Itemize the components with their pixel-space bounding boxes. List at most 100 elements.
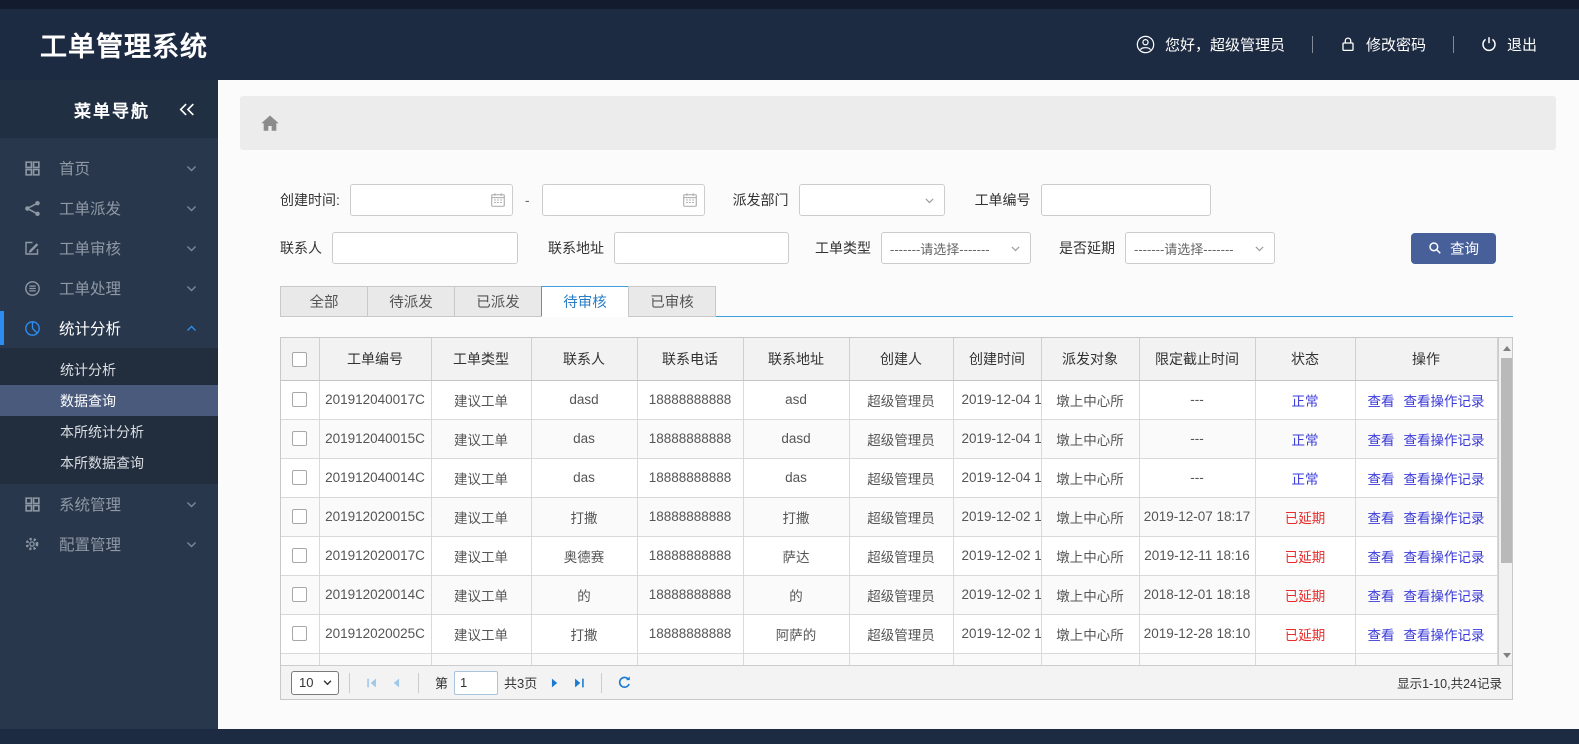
- scrollbar-thumb[interactable]: [1500, 358, 1512, 563]
- last-page-button[interactable]: [567, 671, 591, 695]
- view-log-link[interactable]: 查看操作记录: [1404, 628, 1485, 643]
- table-row-partial: [281, 653, 1498, 665]
- tab-待派发[interactable]: 待派发: [367, 286, 455, 317]
- tab-待审核[interactable]: 待审核: [541, 286, 629, 317]
- view-log-link[interactable]: 查看操作记录: [1404, 472, 1485, 487]
- delay-select[interactable]: -------请选择-------: [1125, 232, 1275, 264]
- next-page-button[interactable]: [543, 671, 567, 695]
- search-button[interactable]: 查询: [1411, 232, 1496, 264]
- row-checkbox[interactable]: [292, 626, 308, 642]
- cell-creator: 超级管理员: [849, 614, 954, 654]
- cell-creator: 超级管理员: [849, 497, 954, 537]
- select-all-checkbox[interactable]: [292, 352, 308, 368]
- create-time-end-input[interactable]: [541, 184, 705, 216]
- page-number-input[interactable]: [454, 670, 499, 695]
- scroll-up-button[interactable]: [1499, 340, 1513, 356]
- row-checkbox[interactable]: [292, 431, 308, 447]
- sidebar-item-home[interactable]: 首页: [0, 148, 218, 188]
- row-checkbox[interactable]: [292, 587, 308, 603]
- cell-contact: 奥德赛: [531, 536, 638, 576]
- last-page-icon: [575, 678, 584, 687]
- view-link[interactable]: 查看: [1368, 394, 1395, 409]
- triangle-down-icon: [1502, 652, 1511, 658]
- cell-status: 已延期: [1255, 497, 1356, 537]
- sidebar-subitem-stats-analysis-sub[interactable]: 统计分析: [0, 354, 218, 385]
- address-label: 联系地址: [548, 240, 604, 256]
- cell-order-type: 建议工单: [431, 575, 532, 615]
- view-link[interactable]: 查看: [1368, 472, 1395, 487]
- view-log-link[interactable]: 查看操作记录: [1404, 433, 1485, 448]
- vertical-scrollbar[interactable]: [1497, 338, 1513, 665]
- row-checkbox[interactable]: [292, 548, 308, 564]
- chevron-down-icon: [185, 202, 198, 215]
- order-no-input[interactable]: [1040, 184, 1211, 216]
- sidebar-item-label: 首页: [59, 161, 91, 178]
- first-page-button[interactable]: [360, 671, 384, 695]
- sidebar-item-config-manage[interactable]: 配置管理: [0, 524, 218, 564]
- cell-deadline: 2019-12-07 18:17: [1139, 497, 1256, 537]
- page-size-select[interactable]: 10: [291, 670, 339, 695]
- cell-creator: 超级管理员: [849, 419, 954, 459]
- sidebar-item-order-process[interactable]: 工单处理: [0, 268, 218, 308]
- sidebar-subitem-branch-data-query[interactable]: 本所数据查询: [0, 447, 218, 478]
- sidebar-item-stats-analysis[interactable]: 统计分析: [0, 308, 218, 348]
- first-page-icon: [367, 678, 376, 687]
- active-indicator: [0, 311, 4, 345]
- view-link[interactable]: 查看: [1368, 433, 1395, 448]
- sidebar-item-order-audit[interactable]: 工单审核: [0, 228, 218, 268]
- data-grid: 工单编号 工单类型 联系人 联系电话 联系地址 创建人 创建时间 派发对象 限定截止时间 状态 操作…: [280, 337, 1513, 700]
- contact-input[interactable]: [332, 232, 518, 264]
- view-log-link[interactable]: 查看操作记录: [1404, 589, 1485, 604]
- status-tabs: 全部 待派发 已派发 待审核 已审核: [280, 286, 1513, 317]
- calendar-icon[interactable]: [682, 192, 698, 208]
- refresh-button[interactable]: [612, 671, 636, 695]
- sidebar-subitem-branch-stats-analysis[interactable]: 本所统计分析: [0, 416, 218, 447]
- tab-已派发[interactable]: 已派发: [454, 286, 542, 317]
- pagination-bar: 10 第 共3页: [281, 665, 1512, 699]
- cell-phone: 18888888888: [637, 458, 744, 498]
- table-row: 201912040015C 建议工单 das 18888888888 dasd 超级管理员…: [281, 419, 1498, 459]
- status-text: 正常: [1291, 393, 1319, 409]
- row-checkbox[interactable]: [292, 392, 308, 408]
- sidebar-title: 菜单导航: [74, 101, 150, 121]
- order-type-select[interactable]: -------请选择-------: [881, 232, 1031, 264]
- active-indicator: [0, 231, 4, 265]
- dispatch-dept-select[interactable]: [798, 184, 945, 216]
- view-link[interactable]: 查看: [1368, 628, 1395, 643]
- cell-order-type: 建议工单: [431, 419, 532, 459]
- home-icon[interactable]: [260, 114, 280, 132]
- tab-全部[interactable]: 全部: [280, 286, 368, 317]
- calendar-icon[interactable]: [490, 192, 506, 208]
- sidebar-collapse-button[interactable]: [178, 102, 196, 117]
- cell-order-type: 建议工单: [431, 458, 532, 498]
- view-link[interactable]: 查看: [1368, 589, 1395, 604]
- cell-creator: 超级管理员: [849, 575, 954, 615]
- page-prefix-label: 第: [435, 676, 449, 691]
- row-checkbox[interactable]: [292, 509, 308, 525]
- tab-已审核[interactable]: 已审核: [628, 286, 716, 317]
- stack-icon: [24, 279, 46, 297]
- column-header: 创建时间: [953, 338, 1042, 381]
- address-input[interactable]: [614, 232, 789, 264]
- sidebar-item-system-manage[interactable]: 系统管理: [0, 484, 218, 524]
- cell-order-type: 建议工单: [431, 536, 532, 576]
- cell-contact: 打撒: [531, 614, 638, 654]
- create-time-start-input[interactable]: [349, 184, 513, 216]
- view-link[interactable]: 查看: [1368, 511, 1395, 526]
- prev-page-button[interactable]: [384, 671, 408, 695]
- create-time-start: [349, 184, 513, 216]
- row-checkbox-cell: [281, 497, 320, 537]
- view-link[interactable]: 查看: [1368, 550, 1395, 565]
- sidebar-subitem-data-query[interactable]: 数据查询: [0, 385, 218, 416]
- refresh-icon: [618, 676, 630, 688]
- logout-button[interactable]: 退出: [1481, 34, 1537, 55]
- view-log-link[interactable]: 查看操作记录: [1404, 511, 1485, 526]
- change-password-button[interactable]: 修改密码: [1340, 34, 1426, 55]
- view-log-link[interactable]: 查看操作记录: [1404, 394, 1485, 409]
- view-log-link[interactable]: 查看操作记录: [1404, 550, 1485, 565]
- table-header-row: 工单编号 工单类型 联系人 联系电话 联系地址 创建人 创建时间 派发对象 限定截止时间 状态 操作: [281, 338, 1498, 381]
- sidebar-item-order-dispatch[interactable]: 工单派发: [0, 188, 218, 228]
- bottom-bar: [0, 729, 1579, 744]
- scroll-down-button[interactable]: [1499, 647, 1513, 663]
- row-checkbox[interactable]: [292, 470, 308, 486]
